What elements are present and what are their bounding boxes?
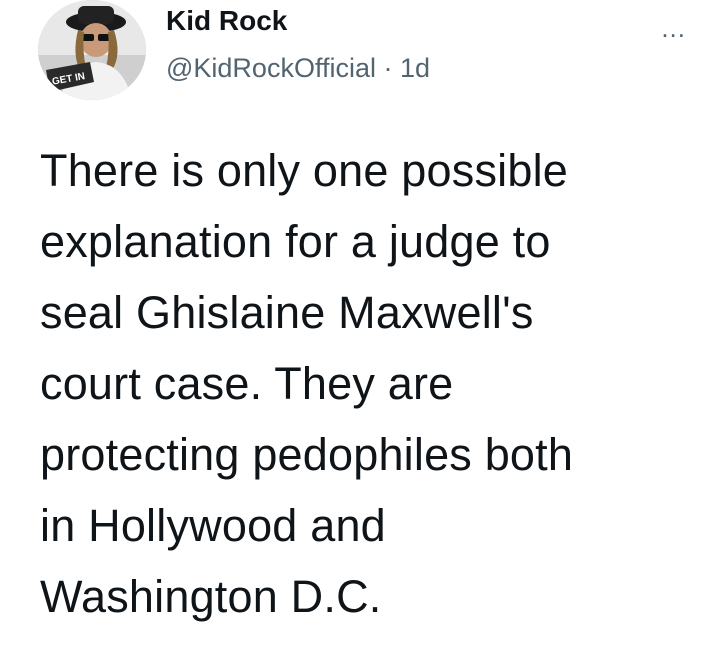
avatar[interactable]: GET IN (38, 0, 146, 100)
tweet-card: GET IN Kid Rock @KidRockOfficial · 1d ..… (0, 0, 720, 654)
avatar-image: GET IN (38, 0, 146, 100)
tweet-text-line: court case. They are (40, 358, 454, 409)
tweet-body: There is only one possible explanation f… (40, 135, 700, 632)
author-handle[interactable]: @KidRockOfficial (166, 53, 376, 83)
tweet-text-line: There is only one possible (40, 145, 568, 196)
meta-separator: · (383, 53, 393, 83)
tweet-text-line: explanation for a judge to (40, 216, 551, 267)
tweet-text-line: in Hollywood and (40, 500, 386, 551)
tweet-timestamp[interactable]: 1d (400, 53, 430, 83)
author-display-name[interactable]: Kid Rock (166, 4, 430, 38)
author-block: Kid Rock @KidRockOfficial · 1d (166, 4, 430, 84)
author-meta: @KidRockOfficial · 1d (166, 52, 430, 84)
tweet-text-line: Washington D.C. (40, 571, 382, 622)
more-dots-icon[interactable]: ... (661, 15, 686, 41)
tweet-text-line: protecting pedophiles both (40, 429, 574, 480)
tweet-text-line: seal Ghislaine Maxwell's (40, 287, 534, 338)
